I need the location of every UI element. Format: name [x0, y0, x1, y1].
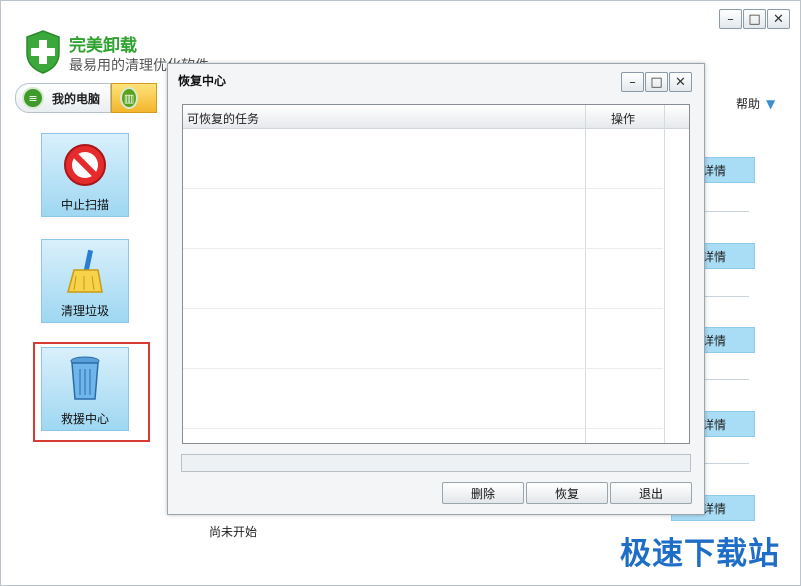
highlight-frame: [33, 342, 150, 442]
main-window: – □ ✕ 完美卸载 最易用的清理优化软件 ≡ 我的电脑 ▥ 帮助 ▼ 中止扫描: [0, 0, 801, 586]
dialog-minimize-button[interactable]: –: [621, 72, 644, 92]
dialog-maximize-button[interactable]: □: [645, 72, 668, 92]
broom-icon: [62, 248, 108, 294]
dialog-close-button[interactable]: ✕: [669, 72, 692, 92]
table-row: [183, 189, 663, 249]
tab-my-computer[interactable]: ≡ 我的电脑: [15, 83, 112, 113]
column-divider: [664, 105, 665, 443]
stop-icon: [62, 142, 108, 188]
divider: [701, 379, 749, 380]
exit-button[interactable]: 退出: [610, 482, 692, 504]
restore-center-dialog: 恢复中心 – □ ✕ 可恢复的任务 操作 删除 恢复 退出: [167, 63, 705, 515]
watermark: 极速下载站: [620, 536, 780, 572]
main-tabs: ≡ 我的电脑 ▥: [15, 83, 158, 113]
close-button[interactable]: ✕: [767, 9, 790, 29]
app-logo-icon: [26, 30, 60, 74]
window-controls: – □ ✕: [718, 9, 790, 29]
column-header-task[interactable]: 可恢复的任务: [187, 110, 259, 127]
trash-icon: ▥: [120, 87, 139, 109]
sidebar-item-label: 中止扫描: [60, 198, 109, 212]
restore-button[interactable]: 恢复: [526, 482, 608, 504]
tab-cleanup[interactable]: ▥: [111, 83, 158, 113]
divider: [701, 463, 749, 464]
app-title: 完美卸载: [69, 36, 137, 56]
sidebar-item-stop-scan[interactable]: 中止扫描: [41, 133, 129, 217]
divider: [701, 211, 749, 212]
delete-button[interactable]: 删除: [442, 482, 524, 504]
table-header: 可恢复的任务 操作: [183, 105, 689, 129]
scan-status: 尚未开始: [209, 525, 258, 539]
table-row: [183, 129, 663, 189]
tab-label: 我的电脑: [52, 91, 101, 106]
sidebar-item-clean-junk[interactable]: 清理垃圾: [41, 239, 129, 323]
help-menu[interactable]: 帮助 ▼: [736, 95, 780, 112]
maximize-button[interactable]: □: [743, 9, 766, 29]
dialog-title: 恢复中心: [178, 74, 227, 88]
chevron-down-icon: ▼: [766, 96, 776, 111]
table-row: [183, 369, 663, 429]
help-label: 帮助: [735, 97, 760, 111]
sidebar-item-label: 清理垃圾: [60, 304, 109, 318]
restore-task-table[interactable]: 可恢复的任务 操作: [182, 104, 690, 444]
column-header-operation[interactable]: 操作: [611, 110, 635, 127]
dialog-window-controls: – □ ✕: [620, 72, 692, 92]
progress-bar: [181, 454, 691, 472]
divider: [701, 296, 749, 297]
minimize-button[interactable]: –: [719, 9, 742, 29]
table-row: [183, 309, 663, 369]
list-icon: ≡: [22, 87, 44, 109]
table-row: [183, 249, 663, 309]
